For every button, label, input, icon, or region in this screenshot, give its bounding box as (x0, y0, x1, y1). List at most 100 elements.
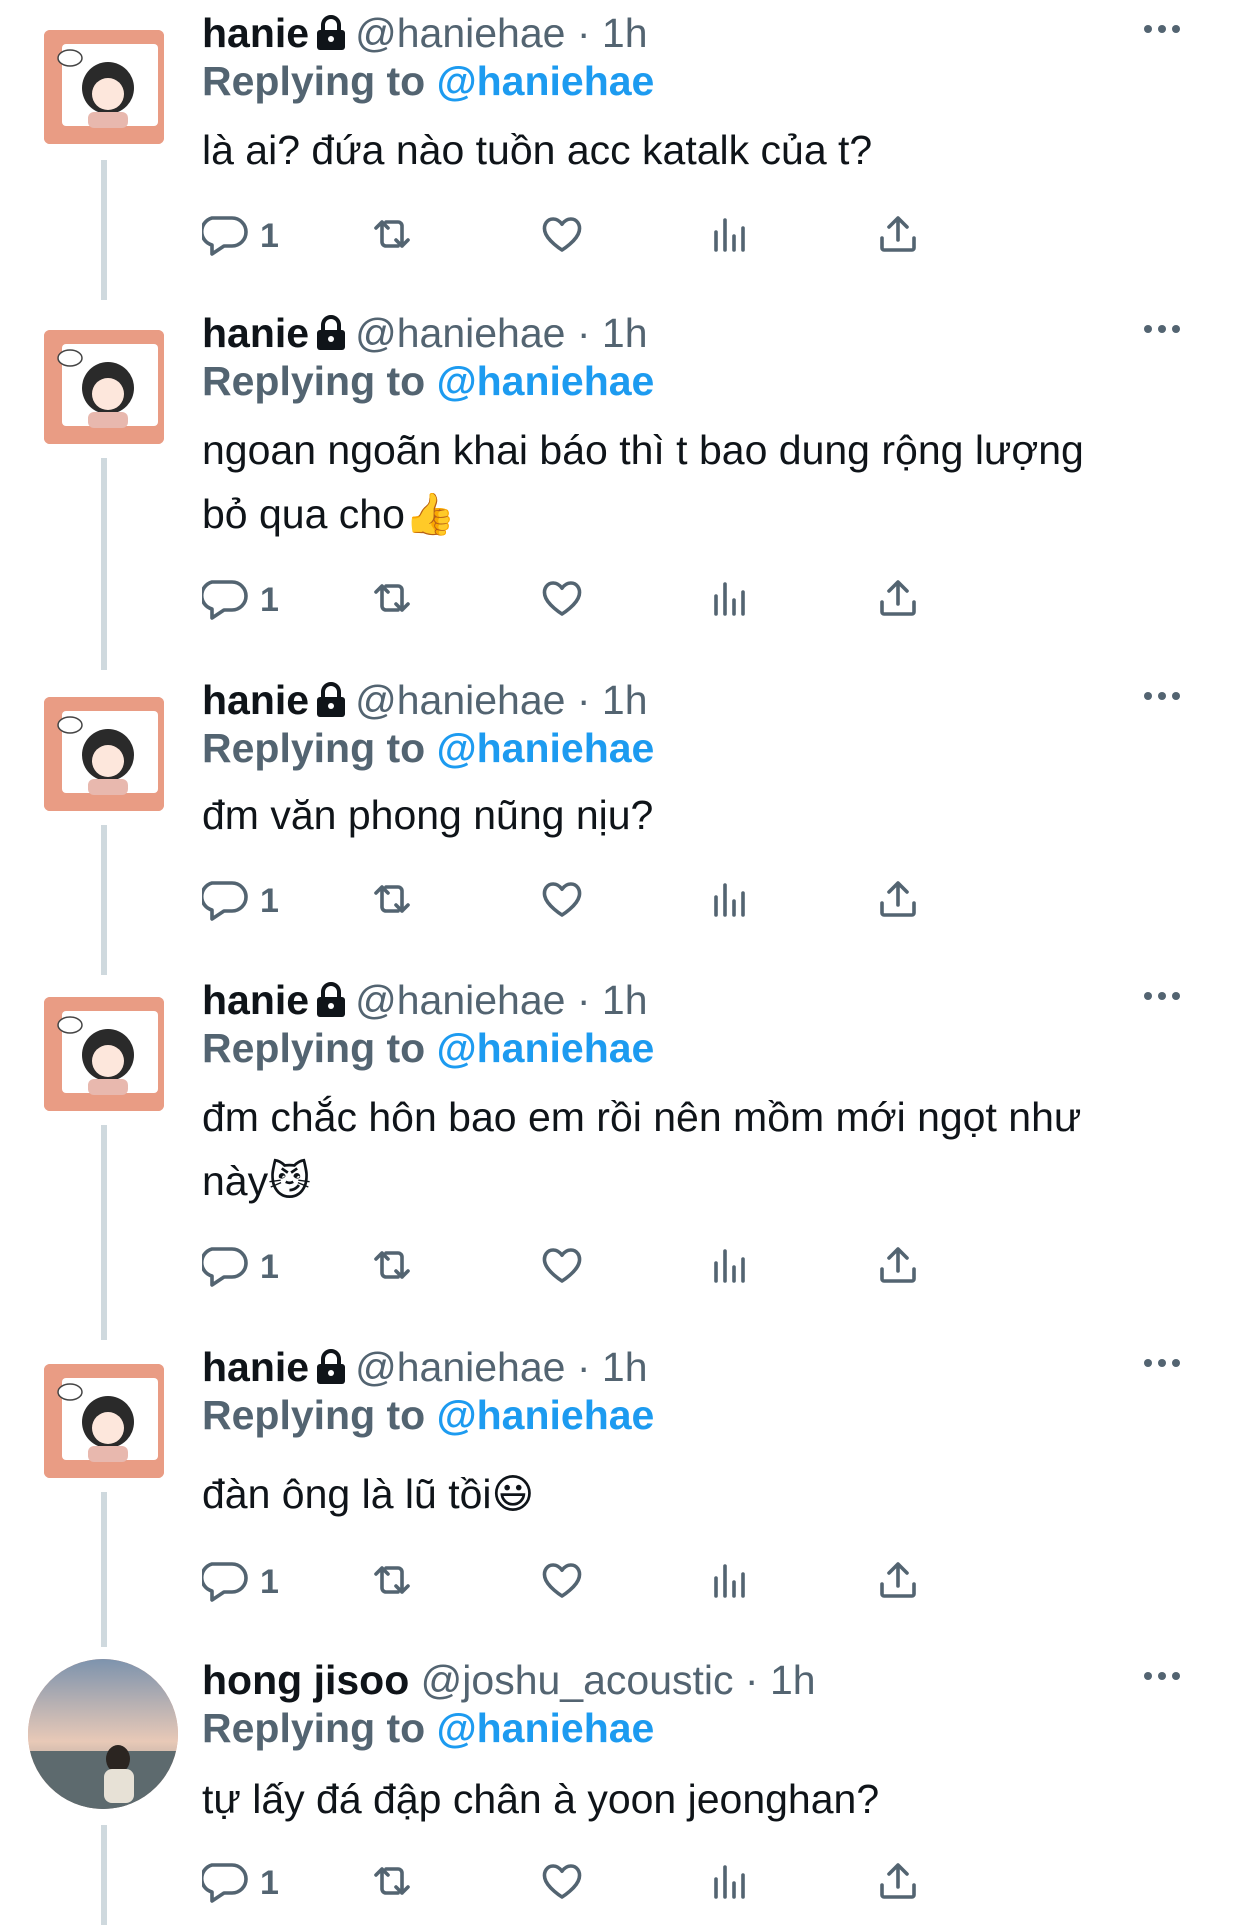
more-dots-icon[interactable] (1142, 1348, 1182, 1378)
user-handle[interactable]: @haniehae (355, 10, 565, 56)
like-button[interactable] (538, 206, 586, 266)
user-handle[interactable]: @haniehae (355, 310, 565, 356)
thread-line (101, 1125, 107, 1340)
avatar[interactable] (44, 697, 164, 811)
user-handle[interactable]: @haniehae (355, 677, 565, 723)
timestamp[interactable]: 1h (602, 10, 648, 56)
timestamp[interactable]: 1h (602, 1344, 648, 1390)
retweet-icon (368, 1857, 416, 1910)
views-button[interactable] (706, 206, 754, 266)
reply-button[interactable]: 1 (199, 1552, 279, 1612)
views-button[interactable] (706, 1853, 754, 1913)
tweet[interactable]: hong jisoo @joshu_acoustic · 1h Replying… (0, 1655, 1238, 1925)
heart-icon (538, 875, 586, 928)
separator: · (744, 1657, 759, 1703)
retweet-icon (368, 574, 416, 627)
avatar[interactable] (28, 1659, 178, 1809)
more-dots-icon[interactable] (1142, 314, 1182, 344)
tweet[interactable]: hanie @haniehae · 1h Replying to @hanieha… (0, 1342, 1238, 1647)
replying-to-link[interactable]: @haniehae (437, 1705, 655, 1751)
action-bar: 1 (199, 871, 1102, 931)
views-button[interactable] (706, 1552, 754, 1612)
replying-to-link[interactable]: @haniehae (437, 725, 655, 771)
timestamp[interactable]: 1h (602, 977, 648, 1023)
tweet[interactable]: hanie @haniehae · 1h Replying to @hanieha… (0, 308, 1238, 670)
timestamp[interactable]: 1h (602, 310, 648, 356)
replying-to-link[interactable]: @haniehae (437, 1025, 655, 1071)
display-name[interactable]: hanie (202, 677, 309, 723)
replying-to: Replying to @haniehae (202, 725, 655, 771)
retweet-button[interactable] (368, 871, 416, 931)
like-button[interactable] (538, 1237, 586, 1297)
more-dots-icon[interactable] (1142, 14, 1182, 44)
views-bar-icon (706, 1857, 754, 1910)
display-name[interactable]: hanie (202, 977, 309, 1023)
lock-icon (315, 1346, 347, 1396)
views-button[interactable] (706, 871, 754, 931)
reply-count: 1 (260, 580, 279, 619)
reply-count: 1 (260, 1863, 279, 1902)
action-bar: 1 (199, 570, 1102, 630)
reply-bubble-icon (199, 574, 250, 627)
share-button[interactable] (874, 1237, 922, 1297)
timestamp[interactable]: 1h (770, 1657, 816, 1703)
more-dots-icon[interactable] (1142, 981, 1182, 1011)
user-handle[interactable]: @joshu_acoustic (421, 1657, 734, 1703)
share-button[interactable] (874, 1853, 922, 1913)
share-button[interactable] (874, 871, 922, 931)
share-button[interactable] (874, 570, 922, 630)
views-button[interactable] (706, 570, 754, 630)
avatar[interactable] (44, 330, 164, 444)
like-button[interactable] (538, 1552, 586, 1612)
replying-to-link[interactable]: @haniehae (437, 58, 655, 104)
share-button[interactable] (874, 206, 922, 266)
heart-icon (538, 1556, 586, 1609)
retweet-button[interactable] (368, 1853, 416, 1913)
tweet[interactable]: hanie @haniehae · 1h Replying to @hanieha… (0, 675, 1238, 975)
like-button[interactable] (538, 1853, 586, 1913)
replying-to-link[interactable]: @haniehae (437, 358, 655, 404)
reply-button[interactable]: 1 (199, 206, 279, 266)
tweet-header: hanie @haniehae · 1h (202, 8, 648, 58)
share-upload-icon (874, 1556, 922, 1609)
tweet[interactable]: hanie @haniehae · 1h Replying to @hanieha… (0, 8, 1238, 300)
reply-button[interactable]: 1 (199, 1237, 279, 1297)
retweet-button[interactable] (368, 570, 416, 630)
heart-icon (538, 1241, 586, 1294)
retweet-button[interactable] (368, 1237, 416, 1297)
views-bar-icon (706, 210, 754, 263)
views-button[interactable] (706, 1237, 754, 1297)
display-name[interactable]: hanie (202, 310, 309, 356)
retweet-button[interactable] (368, 1552, 416, 1612)
reply-button[interactable]: 1 (199, 871, 279, 931)
avatar[interactable] (44, 997, 164, 1111)
tweet-text: là ai? đứa nào tuồn acc katalk của t? (202, 127, 873, 173)
display-name[interactable]: hanie (202, 1344, 309, 1390)
reply-button[interactable]: 1 (199, 570, 279, 630)
user-handle[interactable]: @haniehae (355, 1344, 565, 1390)
lock-icon (315, 312, 347, 362)
like-button[interactable] (538, 570, 586, 630)
retweet-button[interactable] (368, 206, 416, 266)
share-upload-icon (874, 1857, 922, 1910)
separator: · (576, 310, 591, 356)
more-dots-icon[interactable] (1142, 681, 1182, 711)
timestamp[interactable]: 1h (602, 677, 648, 723)
display-name[interactable]: hanie (202, 10, 309, 56)
reply-button[interactable]: 1 (199, 1853, 279, 1913)
avatar[interactable] (44, 1364, 164, 1478)
action-bar: 1 (199, 1237, 1102, 1297)
user-handle[interactable]: @haniehae (355, 977, 565, 1023)
heart-icon (538, 574, 586, 627)
replying-to: Replying to @haniehae (202, 358, 655, 404)
display-name[interactable]: hong jisoo (202, 1657, 409, 1703)
like-button[interactable] (538, 871, 586, 931)
retweet-icon (368, 210, 416, 263)
thread-line (101, 160, 107, 300)
more-dots-icon[interactable] (1142, 1661, 1182, 1691)
replying-to-link[interactable]: @haniehae (437, 1392, 655, 1438)
avatar[interactable] (44, 30, 164, 144)
tweet-header: hanie @haniehae · 1h (202, 675, 648, 725)
share-button[interactable] (874, 1552, 922, 1612)
tweet[interactable]: hanie @haniehae · 1h Replying to @hanieha… (0, 975, 1238, 1340)
